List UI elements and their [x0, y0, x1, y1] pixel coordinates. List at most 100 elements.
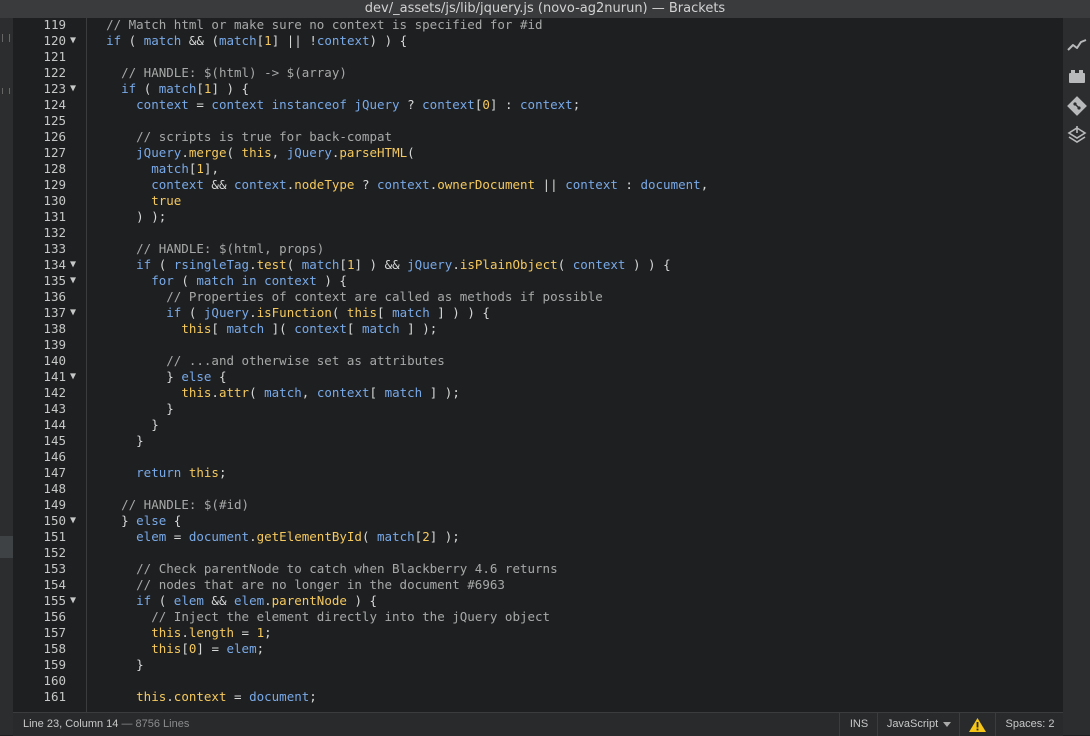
code-text: if ( jQuery.isFunction( this[ match ] ) … [91, 305, 490, 321]
code-token: match [151, 161, 189, 176]
code-token: . [264, 593, 272, 608]
code-line[interactable]: 161 this.context = document; [13, 689, 1063, 705]
code-line[interactable]: 139 [13, 337, 1063, 353]
code-line[interactable]: 121 [13, 49, 1063, 65]
code-line[interactable]: 153 // Check parentNode to catch when Bl… [13, 561, 1063, 577]
cursor-position[interactable]: Line 23, Column 14 — 8756 Lines [23, 713, 189, 736]
code-token: test [256, 257, 287, 272]
sidebar-collapsed[interactable] [0, 18, 13, 735]
code-token: ; [309, 689, 317, 704]
code-line[interactable]: 123 ▼ if ( match[1] ) { [13, 81, 1063, 97]
code-line[interactable]: 143 } [13, 401, 1063, 417]
code-line[interactable]: 133 // HANDLE: $(html, props) [13, 241, 1063, 257]
code-line[interactable]: 157 this.length = 1; [13, 625, 1063, 641]
code-token: // nodes that are no longer in the docum… [136, 577, 505, 592]
line-number: 142 [43, 385, 66, 400]
code-token: elem [136, 529, 167, 544]
code-token: { [211, 369, 227, 384]
code-line[interactable]: 144 } [13, 417, 1063, 433]
code-line[interactable]: 119 // Match html or make sure no contex… [13, 18, 1063, 33]
fold-toggle-icon[interactable]: ▼ [70, 81, 80, 97]
code-line[interactable]: 131 ) ); [13, 209, 1063, 225]
code-line[interactable]: 141 ▼ } else { [13, 369, 1063, 385]
code-token: . [249, 529, 257, 544]
code-token: context [151, 177, 204, 192]
code-line[interactable]: 145 } [13, 433, 1063, 449]
fold-toggle-icon[interactable]: ▼ [70, 513, 80, 529]
code-line[interactable]: 125 [13, 113, 1063, 129]
code-editor[interactable]: 119 // Match html or make sure no contex… [13, 18, 1063, 712]
fold-toggle-icon[interactable]: ▼ [70, 33, 80, 49]
code-token: ]( [264, 321, 295, 336]
code-line[interactable]: 122 // HANDLE: $(html) -> $(array) [13, 65, 1063, 81]
live-preview-icon[interactable] [1067, 36, 1087, 56]
code-token: instanceof [264, 97, 355, 112]
line-number: 125 [43, 113, 66, 128]
code-line[interactable]: 128 match[1], [13, 161, 1063, 177]
fold-toggle-icon[interactable]: ▼ [70, 593, 80, 609]
code-line[interactable]: 134 ▼ if ( rsingleTag.test( match[1] ) &&… [13, 257, 1063, 273]
code-line[interactable]: 160 [13, 673, 1063, 689]
code-line[interactable]: 129 context && context.nodeType ? contex… [13, 177, 1063, 193]
code-line[interactable]: 146 [13, 449, 1063, 465]
code-line[interactable]: 127 jQuery.merge( this, jQuery.parseHTML… [13, 145, 1063, 161]
code-line[interactable]: 158 this[0] = elem; [13, 641, 1063, 657]
code-line[interactable]: 155 ▼ if ( elem && elem.parentNode ) { [13, 593, 1063, 609]
layers-icon[interactable] [1067, 126, 1087, 146]
language-select[interactable]: JavaScript [877, 713, 960, 736]
fold-toggle-icon[interactable]: ▼ [70, 273, 80, 289]
code-line[interactable]: 132 [13, 225, 1063, 241]
code-line[interactable]: 142 this.attr( match, context[ match ] )… [13, 385, 1063, 401]
code-line[interactable]: 130 true [13, 193, 1063, 209]
code-text: // Properties of context are called as m… [91, 289, 603, 305]
code-line[interactable]: 120 ▼ if ( match && (match[1] || !context… [13, 33, 1063, 49]
sidebar-selected-item[interactable] [0, 536, 13, 558]
code-token: && [203, 177, 235, 192]
code-line[interactable]: 156 // Inject the element directly into … [13, 609, 1063, 625]
code-line[interactable]: 159 } [13, 657, 1063, 673]
fold-toggle-icon[interactable]: ▼ [70, 305, 80, 321]
indent-spaces-setting[interactable]: Spaces: 2 [995, 713, 1064, 736]
code-line[interactable]: 151 elem = document.getElementById( matc… [13, 529, 1063, 545]
code-line[interactable]: 138 this[ match ]( context[ match ] ); [13, 321, 1063, 337]
insert-mode-toggle[interactable]: INS [839, 713, 878, 736]
code-line[interactable]: 154 // nodes that are no longer in the d… [13, 577, 1063, 593]
extension-manager-icon[interactable] [1067, 66, 1087, 86]
code-line[interactable]: 148 [13, 481, 1063, 497]
code-line[interactable]: 135 ▼ for ( match in context ) { [13, 273, 1063, 289]
line-number: 138 [43, 321, 66, 336]
code-text: // Inject the element directly into the … [91, 609, 550, 625]
code-line[interactable]: 140 // ...and otherwise set as attribute… [13, 353, 1063, 369]
line-number: 154 [43, 577, 66, 592]
line-number: 147 [43, 465, 66, 480]
code-token: ; [218, 465, 227, 480]
code-line[interactable]: 149 // HANDLE: $(#id) [13, 497, 1063, 513]
code-line[interactable]: 126 // scripts is true for back-compat [13, 129, 1063, 145]
code-line[interactable]: 136 // Properties of context are called … [13, 289, 1063, 305]
linter-status[interactable] [959, 713, 996, 736]
code-token: [ [339, 257, 347, 272]
code-line[interactable]: 152 [13, 545, 1063, 561]
code-token: ( [173, 273, 197, 288]
code-token: ( [151, 593, 174, 608]
code-line[interactable]: 137 ▼ if ( jQuery.isFunction( this[ match… [13, 305, 1063, 321]
code-token: else [136, 513, 167, 528]
git-icon[interactable] [1067, 96, 1087, 116]
code-token: : [617, 177, 641, 192]
fold-toggle-icon[interactable]: ▼ [70, 369, 80, 385]
code-token: } [151, 417, 159, 432]
code-line[interactable]: 150 ▼ } else { [13, 513, 1063, 529]
code-token: ownerDocument [437, 177, 536, 192]
fold-toggle-icon[interactable]: ▼ [70, 257, 80, 273]
code-line[interactable]: 147 return this; [13, 465, 1063, 481]
code-line[interactable]: 124 context = context instanceof jQuery … [13, 97, 1063, 113]
